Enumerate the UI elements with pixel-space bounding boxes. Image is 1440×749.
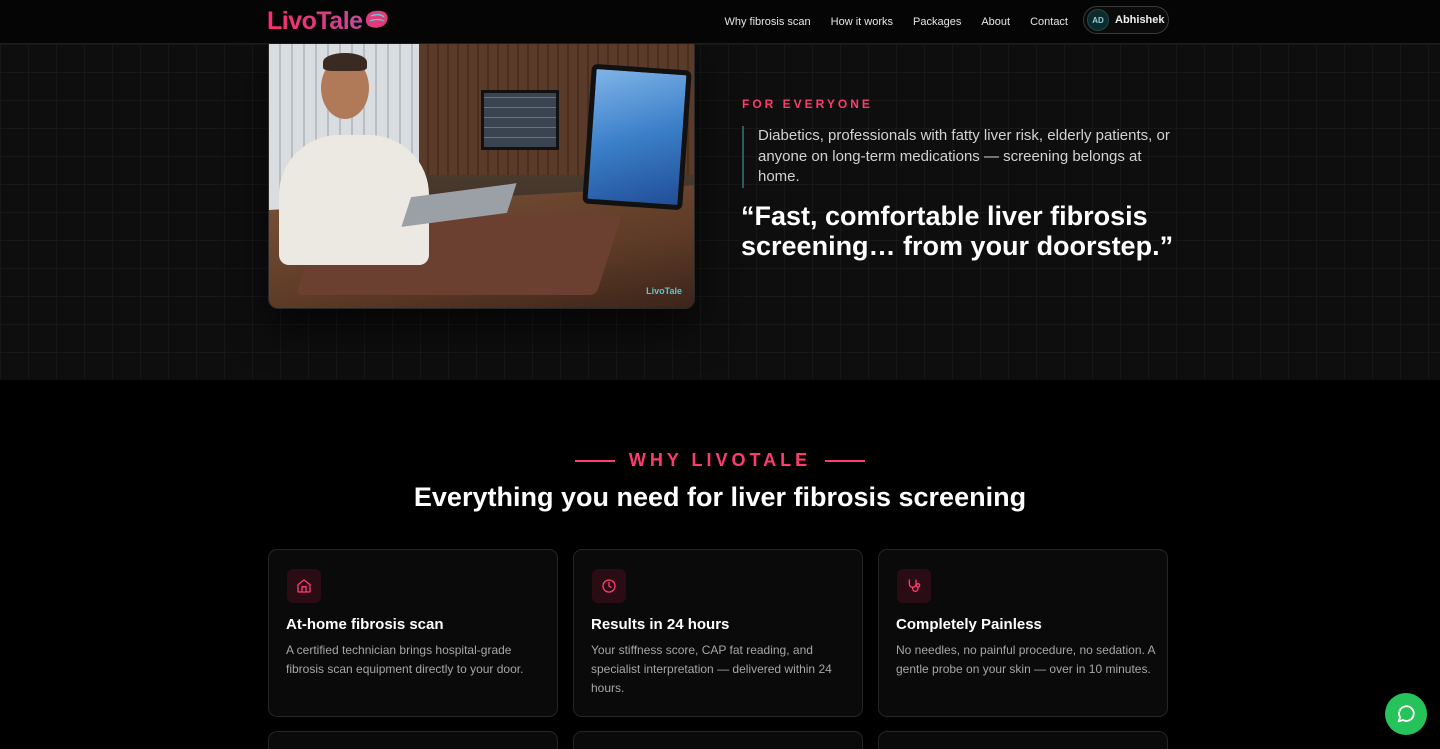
why-title: Everything you need for liver fibrosis s… (413, 482, 1027, 512)
home-icon (287, 569, 321, 603)
user-name: Abhishek (1115, 14, 1165, 26)
why-eyebrow: WHY LIVOTALE (0, 450, 1440, 471)
top-nav: LivoTale Why fibrosis scan How it works … (0, 0, 1440, 44)
nav-link-about[interactable]: About (981, 16, 1010, 28)
feature-card-partial (573, 731, 863, 749)
hero-quote: “Fast, comfortable liver fibrosis screen… (741, 201, 1174, 261)
nav-links: Why fibrosis scan How it works Packages … (724, 0, 1068, 44)
card-title: Completely Painless (896, 616, 1042, 633)
eyebrow-line-right (825, 459, 866, 462)
feature-card: Results in 24 hours Your stiffness score… (573, 549, 863, 717)
chat-button[interactable] (1385, 693, 1427, 735)
nav-link-how-it-works[interactable]: How it works (831, 16, 893, 28)
nav-link-contact[interactable]: Contact (1030, 16, 1068, 28)
photo-watermark: LivoTale (646, 286, 682, 296)
hero-section: LivoTale FOR EVERYONE Diabetics, profess… (0, 34, 1440, 380)
doctor-office-photo: LivoTale (268, 34, 695, 309)
why-eyebrow-text: WHY LIVOTALE (628, 450, 812, 470)
avatar: AD (1087, 9, 1109, 31)
card-title: Results in 24 hours (591, 616, 730, 633)
feature-card-partial (268, 731, 558, 749)
stethoscope-icon (897, 569, 931, 603)
feature-card-partial (878, 731, 1168, 749)
hero-description: Diabetics, professionals with fatty live… (742, 126, 1172, 188)
brand-logo[interactable]: LivoTale (267, 6, 390, 36)
card-text: Your stiffness score, CAP fat reading, a… (591, 643, 832, 695)
user-menu-button[interactable]: AD Abhishek (1083, 6, 1169, 34)
liver-logo-icon (365, 10, 388, 28)
eyebrow-line-left (574, 459, 615, 462)
nav-link-packages[interactable]: Packages (913, 16, 961, 28)
feature-card: At-home fibrosis scan A certified techni… (268, 549, 558, 717)
chat-bubble-icon (1397, 705, 1415, 723)
card-text: A certified technician brings hospital-g… (286, 643, 524, 676)
card-text: No needles, no painful procedure, no sed… (896, 643, 1155, 676)
brand-name: LivoTale (267, 6, 363, 35)
clock-icon (592, 569, 626, 603)
card-title: At-home fibrosis scan (286, 616, 444, 633)
feature-card: Completely Painless No needles, no painf… (878, 549, 1168, 717)
nav-link-why-fibrosis-scan[interactable]: Why fibrosis scan (724, 16, 810, 28)
hero-eyebrow: FOR EVERYONE (742, 97, 873, 111)
